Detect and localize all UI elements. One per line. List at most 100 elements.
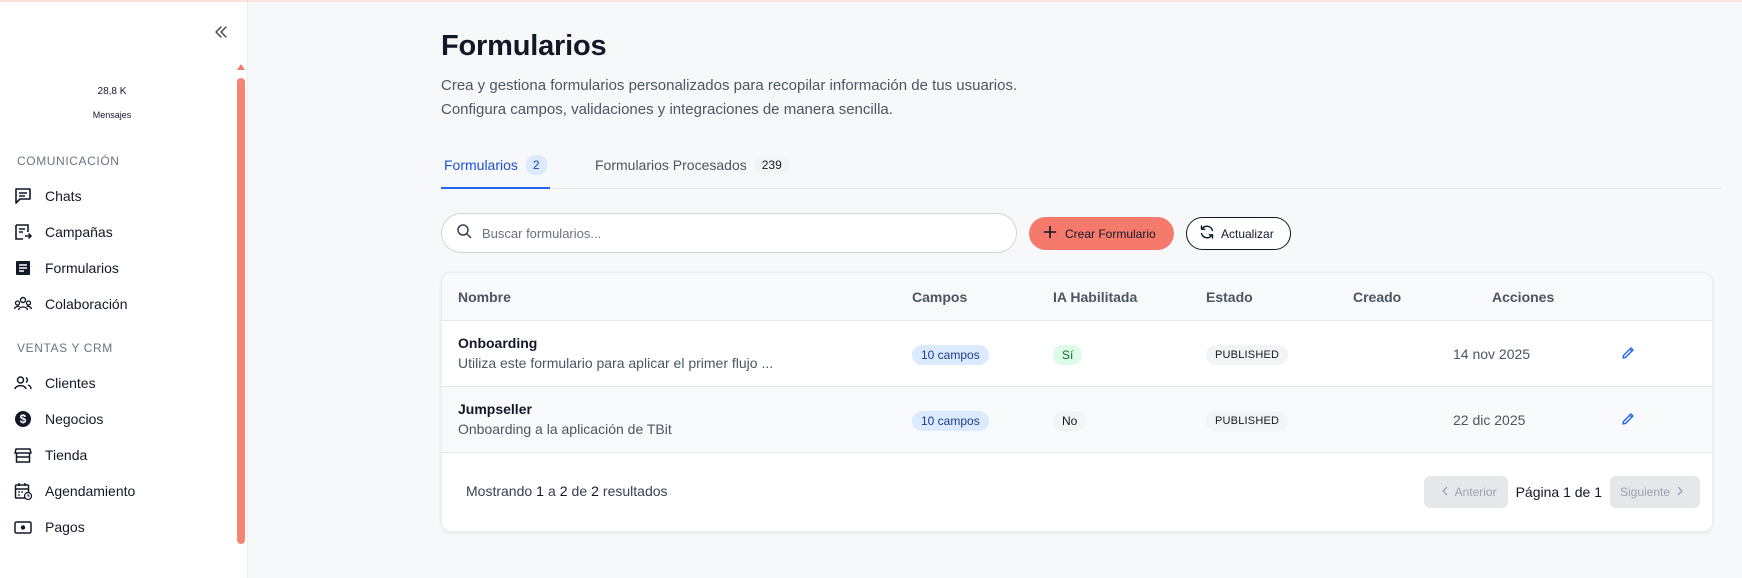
calendar-icon xyxy=(12,480,34,502)
results-text: a xyxy=(547,483,556,499)
created-date: 14 nov 2025 xyxy=(1453,346,1531,362)
message-count: 28,8 K xyxy=(97,86,127,97)
main-content: Formularios Crea y gestiona formularios … xyxy=(441,0,1721,578)
column-header-actions: Acciones xyxy=(1492,289,1555,305)
edit-icon[interactable] xyxy=(1618,409,1638,429)
sidebar: 28,8 K Mensajes COMUNICACIÓN Chats Campa… xyxy=(0,2,248,578)
create-form-button[interactable]: Crear Formulario xyxy=(1029,217,1174,250)
sidebar-item-forms[interactable]: Formularios xyxy=(12,253,227,283)
create-form-label: Crear Formulario xyxy=(1065,226,1156,241)
store-icon xyxy=(12,444,34,466)
page-description-line: Crea y gestiona formularios personalizad… xyxy=(441,77,1018,94)
page-indicator: Página 1 de 1 xyxy=(1515,484,1602,500)
form-description: Onboarding a la aplicación de TBit xyxy=(458,421,672,437)
ai-enabled-badge: No xyxy=(1053,411,1087,431)
section-title-communication: COMUNICACIÓN xyxy=(17,154,120,168)
page-description: Crea y gestiona formularios personalizad… xyxy=(441,74,1141,122)
table-row[interactable]: Jumpseller Onboarding a la aplicación de… xyxy=(442,387,1712,453)
search-box[interactable] xyxy=(441,213,1017,253)
sidebar-item-label: Negocios xyxy=(45,411,104,427)
form-icon xyxy=(12,257,34,279)
sidebar-item-label: Chats xyxy=(45,188,82,204)
form-name-cell: Jumpseller Onboarding a la aplicación de… xyxy=(458,400,672,439)
chevron-left-icon xyxy=(1441,485,1449,499)
tab-processed-forms[interactable]: Formularios Procesados 239 xyxy=(595,155,789,189)
tab-count-badge: 239 xyxy=(754,155,789,175)
next-page-label: Siguiente xyxy=(1619,485,1671,499)
tab-label: Formularios xyxy=(444,157,518,173)
fields-count-badge: 10 campos xyxy=(912,345,989,365)
pagination: Anterior Página 1 de 1 Siguiente xyxy=(1423,476,1700,508)
form-name[interactable]: Onboarding xyxy=(458,334,773,352)
form-name[interactable]: Jumpseller xyxy=(458,400,672,418)
form-name-cell: Onboarding Utiliza este formulario para … xyxy=(458,334,773,373)
created-date: 22 dic 2025 xyxy=(1453,412,1526,428)
sidebar-item-collaboration[interactable]: Colaboración xyxy=(12,289,227,319)
sidebar-scrollbar[interactable] xyxy=(236,62,246,550)
collapse-sidebar-icon[interactable] xyxy=(210,21,232,43)
fields-count-badge: 10 campos xyxy=(912,411,989,431)
sidebar-item-campaigns[interactable]: Campañas xyxy=(12,217,227,247)
results-text: de xyxy=(571,483,588,499)
edit-icon[interactable] xyxy=(1618,343,1638,363)
dollar-icon: $ xyxy=(12,408,34,430)
column-header-fields[interactable]: Campos xyxy=(912,289,967,305)
next-page-button[interactable]: Siguiente xyxy=(1610,476,1700,508)
results-from: 1 xyxy=(536,483,544,499)
column-header-ai[interactable]: IA Habilitada xyxy=(1053,289,1137,305)
scrollbar-thumb[interactable] xyxy=(237,78,245,544)
previous-page-button[interactable]: Anterior xyxy=(1423,476,1508,508)
ai-enabled-badge: Sí xyxy=(1053,345,1083,365)
chat-icon xyxy=(12,185,34,207)
column-header-name[interactable]: Nombre xyxy=(458,289,511,305)
results-to: 2 xyxy=(559,483,568,499)
message-count-label: Mensajes xyxy=(92,110,132,120)
plus-icon xyxy=(1043,225,1057,242)
sidebar-item-label: Agendamiento xyxy=(45,483,136,499)
search-input[interactable] xyxy=(482,225,962,241)
search-icon xyxy=(456,223,472,244)
results-total: 2 xyxy=(591,483,599,499)
results-text: Mostrando xyxy=(466,483,533,499)
column-header-status[interactable]: Estado xyxy=(1206,289,1253,305)
sidebar-item-label: Clientes xyxy=(45,375,96,391)
column-header-created[interactable]: Creado xyxy=(1353,289,1401,305)
page-description-line: Configura campos, validaciones y integra… xyxy=(441,101,893,118)
table-header: Nombre Campos IA Habilitada Estado Cread… xyxy=(442,273,1712,321)
section-title-sales-crm: VENTAS Y CRM xyxy=(17,341,113,355)
results-text: resultados xyxy=(602,483,668,499)
tab-label: Formularios Procesados xyxy=(595,157,747,173)
sidebar-item-label: Colaboración xyxy=(45,296,128,312)
refresh-label: Actualizar xyxy=(1221,226,1274,241)
svg-text:$: $ xyxy=(20,412,27,426)
status-badge: PUBLISHED xyxy=(1206,411,1289,431)
form-description: Utiliza este formulario para aplicar el … xyxy=(458,355,774,371)
sidebar-item-label: Formularios xyxy=(45,260,119,276)
previous-page-label: Anterior xyxy=(1454,485,1497,499)
team-icon xyxy=(12,293,34,315)
page-title: Formularios xyxy=(441,30,607,62)
status-badge: PUBLISHED xyxy=(1206,345,1289,365)
campaign-icon xyxy=(12,221,34,243)
tab-count-badge: 2 xyxy=(525,155,547,175)
sidebar-item-label: Tienda xyxy=(45,447,88,463)
refresh-button[interactable]: Actualizar xyxy=(1186,217,1291,250)
users-icon xyxy=(12,372,34,394)
results-summary: Mostrando 1 a 2 de 2 resultados xyxy=(466,483,668,499)
message-stats: 28,8 K Mensajes xyxy=(60,86,164,121)
sidebar-item-label: Pagos xyxy=(45,519,85,535)
sidebar-item-label: Campañas xyxy=(45,224,113,240)
tab-forms[interactable]: Formularios 2 xyxy=(441,155,550,189)
sidebar-item-store[interactable]: Tienda xyxy=(12,440,227,470)
scroll-up-arrow-icon[interactable] xyxy=(237,64,245,70)
chevron-right-icon xyxy=(1676,485,1684,499)
forms-table: Nombre Campos IA Habilitada Estado Cread… xyxy=(441,272,1713,532)
sidebar-item-payments[interactable]: Pagos xyxy=(12,512,227,542)
table-row[interactable]: Onboarding Utiliza este formulario para … xyxy=(442,321,1712,387)
sidebar-item-scheduling[interactable]: Agendamiento xyxy=(12,476,227,506)
sidebar-item-chats[interactable]: Chats xyxy=(12,181,227,211)
sidebar-item-deals[interactable]: $ Negocios xyxy=(12,404,227,434)
sidebar-item-clients[interactable]: Clientes xyxy=(12,368,227,398)
refresh-icon xyxy=(1199,224,1215,243)
tabs: Formularios 2 Formularios Procesados 239 xyxy=(441,155,1721,189)
